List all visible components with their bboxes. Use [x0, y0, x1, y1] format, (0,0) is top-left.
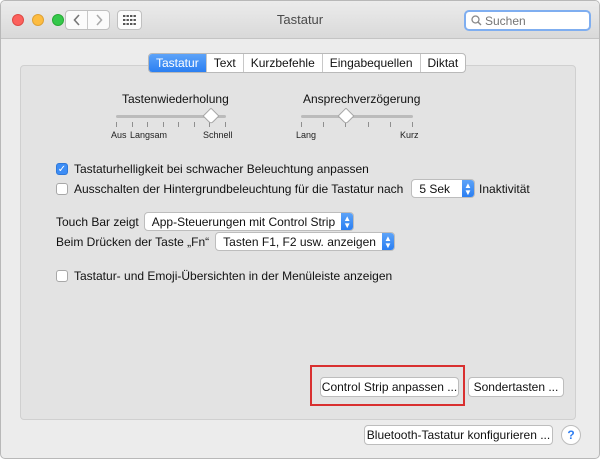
popup-arrows-icon: ▲ ▼: [381, 233, 394, 250]
fn-key-popup[interactable]: Tasten F1, F2 usw. anzeigen ▲ ▼: [215, 232, 395, 251]
tab-diktat[interactable]: Diktat: [419, 54, 466, 72]
delay-tick: [412, 122, 413, 127]
backlight-label: Ausschalten der Hintergrundbeleuchtung f…: [74, 181, 404, 196]
tab-eingabequellen[interactable]: Eingabequellen: [321, 54, 420, 72]
brightness-option[interactable]: ✓ Tastaturhelligkeit bei schwacher Beleu…: [56, 162, 369, 176]
backlight-option: Ausschalten der Hintergrundbeleuchtung f…: [56, 179, 530, 198]
delay-tick: [368, 122, 369, 127]
delay-until-repeat-slider[interactable]: [301, 107, 413, 129]
key-repeat-low-label: Langsam: [130, 130, 168, 140]
fn-key-label: Beim Drücken der Taste „Fn“: [56, 234, 210, 249]
backlight-timeout-popup[interactable]: 5 Sek ▲ ▼: [411, 179, 476, 198]
modifier-keys-button[interactable]: Sondertasten ...: [468, 377, 564, 397]
key-repeat-tick: [194, 122, 195, 127]
delay-tick: [301, 122, 302, 127]
touchbar-row: Touch Bar zeigt App-Steuerungen mit Cont…: [56, 212, 355, 231]
checkmark-icon: ✓: [57, 163, 67, 175]
tab-tastatur[interactable]: Tastatur: [149, 54, 206, 72]
brightness-label: Tastaturhelligkeit bei schwacher Beleuch…: [74, 162, 369, 176]
search-icon: [471, 15, 482, 26]
delay-tick: [390, 122, 391, 127]
key-repeat-knob[interactable]: [202, 107, 220, 125]
key-repeat-title: Tastenwiederholung: [122, 92, 229, 106]
fn-key-value: Tasten F1, F2 usw. anzeigen: [223, 234, 376, 249]
menubar-option[interactable]: Tastatur- und Emoji-Übersichten in der M…: [56, 269, 392, 283]
backlight-suffix: Inaktivität: [479, 181, 530, 196]
bluetooth-keyboard-button[interactable]: Bluetooth-Tastatur konfigurieren ...: [364, 425, 553, 445]
fn-key-row: Beim Drücken der Taste „Fn“ Tasten F1, F…: [56, 232, 395, 251]
backlight-checkbox[interactable]: [56, 182, 68, 195]
key-repeat-max-label: Schnell: [203, 130, 233, 140]
key-repeat-slider[interactable]: [116, 107, 226, 129]
delay-until-repeat-title: Ansprechverzögerung: [303, 92, 421, 106]
popup-arrows-icon: ▲ ▼: [341, 213, 354, 230]
delay-track: [301, 115, 413, 118]
backlight-timeout-value: 5 Sek: [419, 181, 451, 196]
key-repeat-tick: [132, 122, 133, 127]
tab-bar: Tastatur Text Kurzbefehle Eingabequellen…: [148, 53, 467, 73]
key-repeat-tick: [178, 122, 179, 127]
delay-min-label: Lang: [296, 130, 317, 140]
delay-tick: [323, 122, 324, 127]
delay-knob[interactable]: [337, 107, 355, 125]
key-repeat-tick: [147, 122, 148, 127]
delay-max-label: Kurz: [400, 130, 419, 140]
touchbar-label: Touch Bar zeigt: [56, 214, 139, 229]
tab-kurzbefehle[interactable]: Kurzbefehle: [242, 54, 322, 72]
key-repeat-tick: [225, 122, 226, 127]
touchbar-popup[interactable]: App-Steuerungen mit Control Strip ▲ ▼: [143, 212, 355, 231]
key-repeat-tick: [163, 122, 164, 127]
touchbar-value: App-Steuerungen mit Control Strip: [151, 214, 336, 229]
tab-text[interactable]: Text: [205, 54, 243, 72]
keyboard-preferences-window: Tastatur Tastatur Text Kurzbefehle Einga…: [0, 0, 600, 459]
key-repeat-min-label: Aus: [111, 130, 127, 140]
key-repeat-tick: [116, 122, 117, 127]
titlebar: Tastatur: [1, 1, 599, 39]
search-input[interactable]: [482, 13, 585, 28]
popup-arrows-icon: ▲ ▼: [462, 180, 475, 197]
menubar-label: Tastatur- und Emoji-Übersichten in der M…: [74, 269, 393, 283]
search-field[interactable]: [464, 10, 591, 31]
brightness-checkbox[interactable]: ✓: [56, 163, 68, 175]
highlight-box: [310, 365, 465, 406]
menubar-checkbox[interactable]: [56, 270, 68, 282]
help-button[interactable]: ?: [561, 425, 581, 445]
